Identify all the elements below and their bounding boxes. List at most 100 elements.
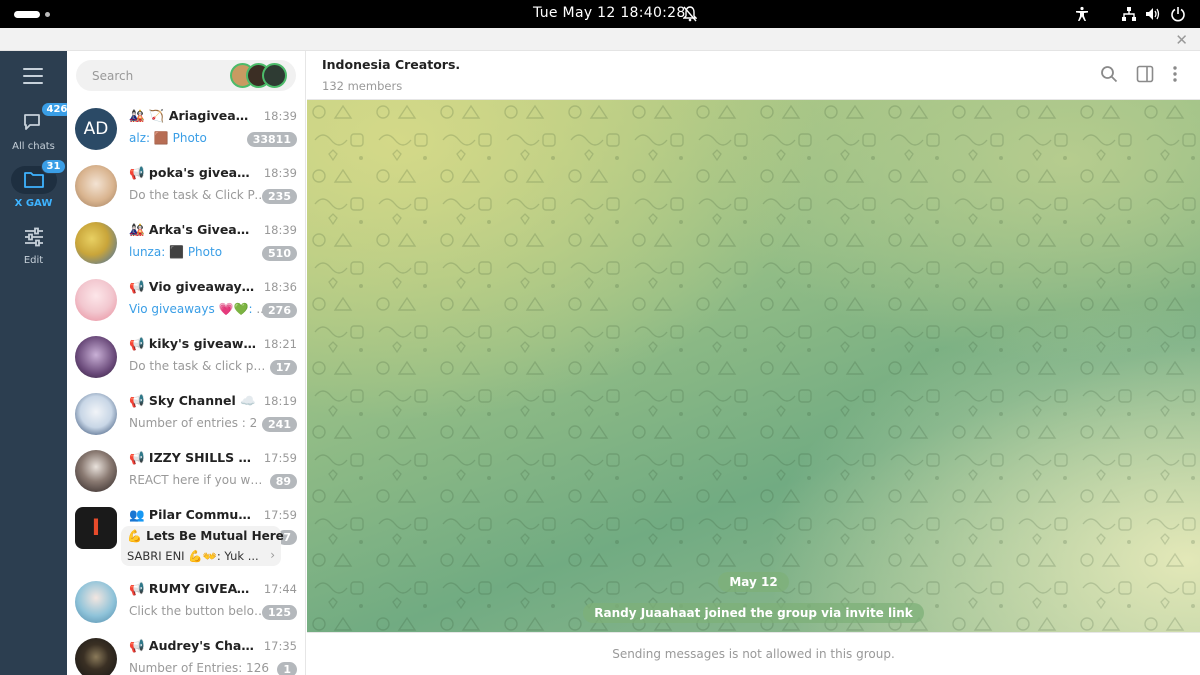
story-avatar[interactable]	[262, 63, 287, 88]
chat-preview: REACT here if you want ...	[129, 473, 269, 487]
chat-preview: lunza: ⬛ Photo	[129, 245, 269, 259]
system-topbar: Tue May 12 18:40:28	[0, 0, 1200, 28]
unread-count: 1	[277, 662, 297, 675]
folder-label: X GAW	[14, 198, 53, 209]
chat-name: 📢 poka's giveaway...	[129, 165, 257, 180]
sliders-icon	[11, 223, 57, 251]
chat-item-poka[interactable]: 📢 poka's giveaway... 18:39 Do the task &…	[67, 160, 305, 217]
chat-name: 📢 RUMY GIVEAWAYS...	[129, 581, 257, 596]
chat-time: 17:59	[263, 508, 297, 522]
forum-topic-preview[interactable]: 💪 Lets Be Mutual Here SABRI ENI 💪👐: Yuk …	[121, 526, 284, 566]
chat-preview: Number of entries : 2	[129, 416, 258, 430]
chat-name: 🎎 Arka's Giveaways ...	[129, 222, 257, 237]
unread-count: 241	[262, 417, 297, 432]
chat-time: 18:21	[263, 337, 297, 351]
sidebar-toggle-icon[interactable]	[1136, 65, 1154, 87]
chat-item-sky-channel[interactable]: 📢 Sky Channel ☁️ 18:19 Number of entries…	[67, 388, 305, 445]
chat-preview: Do the task & click parti...	[129, 359, 269, 373]
more-options-icon[interactable]	[1172, 65, 1178, 87]
chat-preview: Vio giveaways 💗💚: ...	[129, 302, 269, 316]
folder-badge: 31	[40, 159, 67, 174]
folder-rail: 426 All chats 31 X GAW Edit	[0, 51, 74, 675]
chevron-right-icon: ›	[270, 548, 275, 562]
chat-title[interactable]: Indonesia Creators.	[322, 57, 460, 72]
folder-edit[interactable]: Edit	[0, 223, 67, 266]
avatar: AD	[75, 108, 117, 150]
preview-sender: lunza:	[129, 245, 166, 259]
join-notice: Randy Juaahaat joined the group via invi…	[583, 603, 924, 623]
chat-time: 17:44	[263, 582, 297, 596]
avatar	[75, 581, 117, 623]
accessibility-icon[interactable]	[1074, 6, 1090, 26]
chat-header: Indonesia Creators. 132 members	[307, 51, 1200, 100]
date-label: May 12	[718, 572, 789, 592]
folder-all-chats[interactable]: 426 All chats	[0, 102, 74, 152]
folder-x-gaw[interactable]: 31 X GAW	[0, 159, 67, 209]
search-icon[interactable]	[1100, 65, 1118, 87]
chat-time: 18:39	[263, 166, 297, 180]
preview-text: ⬛ Photo	[165, 245, 223, 259]
unread-count: 276	[262, 303, 297, 318]
preview-sender: alz:	[129, 131, 151, 145]
avatar	[75, 165, 117, 207]
avatar: I	[75, 507, 117, 549]
date-separator: May 12	[307, 571, 1200, 592]
search-box	[76, 60, 296, 91]
stories-strip[interactable]	[230, 63, 290, 88]
chat-item-pilar-community[interactable]: I 👥 Pilar Community 17:59 7 💪 Lets Be Mu…	[67, 502, 305, 574]
avatar	[75, 222, 117, 264]
avatar	[75, 638, 117, 675]
unread-count: 33811	[246, 132, 297, 147]
wallpaper-pattern	[307, 100, 1200, 632]
power-icon[interactable]	[1170, 6, 1186, 26]
chat-item-rumy[interactable]: 📢 RUMY GIVEAWAYS... 17:44 Click the butt…	[67, 576, 305, 633]
chat-preview: Do the task & Click Pa...	[129, 188, 269, 202]
chat-preview: Number of Entries: 126	[129, 661, 269, 675]
avatar	[75, 450, 117, 492]
network-icon[interactable]	[1121, 6, 1137, 26]
folder-label: All chats	[12, 141, 55, 152]
unread-count: 125	[262, 605, 297, 620]
unread-count: 235	[262, 189, 297, 204]
chat-time: 18:39	[263, 109, 297, 123]
workspace-dot	[45, 12, 50, 17]
notifications-muted-icon	[682, 6, 698, 26]
chat-name: 📢 Audrey's Channel ...	[129, 638, 257, 653]
chat-name: 👥 Pilar Community	[129, 507, 257, 522]
topic-preview: SABRI ENI 💪👐: Yuk ...	[127, 549, 259, 563]
topic-title: 💪 Lets Be Mutual Here	[127, 529, 284, 543]
member-count: 132 members	[322, 79, 403, 93]
chat-item-izzy-shills[interactable]: 📢 IZZY SHILLS 🌸 🧚 17:59 REACT here if yo…	[67, 445, 305, 502]
chat-item-arka[interactable]: 🎎 Arka's Giveaways ... 18:39 lunza: ⬛ Ph…	[67, 217, 305, 274]
folder-icon: 31	[10, 159, 67, 194]
avatar	[75, 336, 117, 378]
chat-time: 18:39	[263, 223, 297, 237]
menu-icon[interactable]	[23, 68, 43, 89]
chat-name: 📢 IZZY SHILLS 🌸 🧚	[129, 450, 257, 465]
chat-time: 18:19	[263, 394, 297, 408]
chat-time: 17:35	[263, 639, 297, 653]
chat-item-ariagiveaways[interactable]: AD 🎎 🏹 Ariagiveaways... 18:39 alz: 🟫 Pho…	[67, 103, 305, 160]
window-close-icon[interactable]: ✕	[1175, 31, 1188, 49]
unread-count: 510	[262, 246, 297, 261]
avatar	[75, 279, 117, 321]
avatar	[75, 393, 117, 435]
chat-item-audrey[interactable]: 📢 Audrey's Channel ... 17:35 Number of E…	[67, 633, 305, 675]
activities-indicator[interactable]	[14, 11, 40, 18]
service-message: Randy Juaahaat joined the group via invi…	[307, 602, 1200, 623]
search-input[interactable]	[76, 60, 226, 91]
message-area[interactable]: May 12 Randy Juaahaat joined the group v…	[307, 100, 1200, 632]
chat-list: AD 🎎 🏹 Ariagiveaways... 18:39 alz: 🟫 Pho…	[67, 51, 306, 675]
chat-name: 🎎 🏹 Ariagiveaways...	[129, 108, 257, 123]
composer-area: Sending messages is not allowed in this …	[307, 632, 1200, 675]
chats-icon: 426	[11, 102, 74, 137]
chat-time: 17:59	[263, 451, 297, 465]
chat-name: 📢 kiky's giveaways 🐕	[129, 336, 257, 351]
preview-sender: Vio giveaways 💗💚:	[129, 302, 253, 316]
clock[interactable]: Tue May 12 18:40:28	[533, 5, 686, 21]
restricted-notice: Sending messages is not allowed in this …	[612, 647, 895, 661]
volume-icon[interactable]	[1145, 6, 1161, 26]
unread-count: 17	[269, 360, 297, 375]
chat-item-vio[interactable]: 📢 Vio giveaways 💗... 18:36 Vio giveaways…	[67, 274, 305, 331]
chat-item-kiky[interactable]: 📢 kiky's giveaways 🐕 18:21 Do the task &…	[67, 331, 305, 388]
